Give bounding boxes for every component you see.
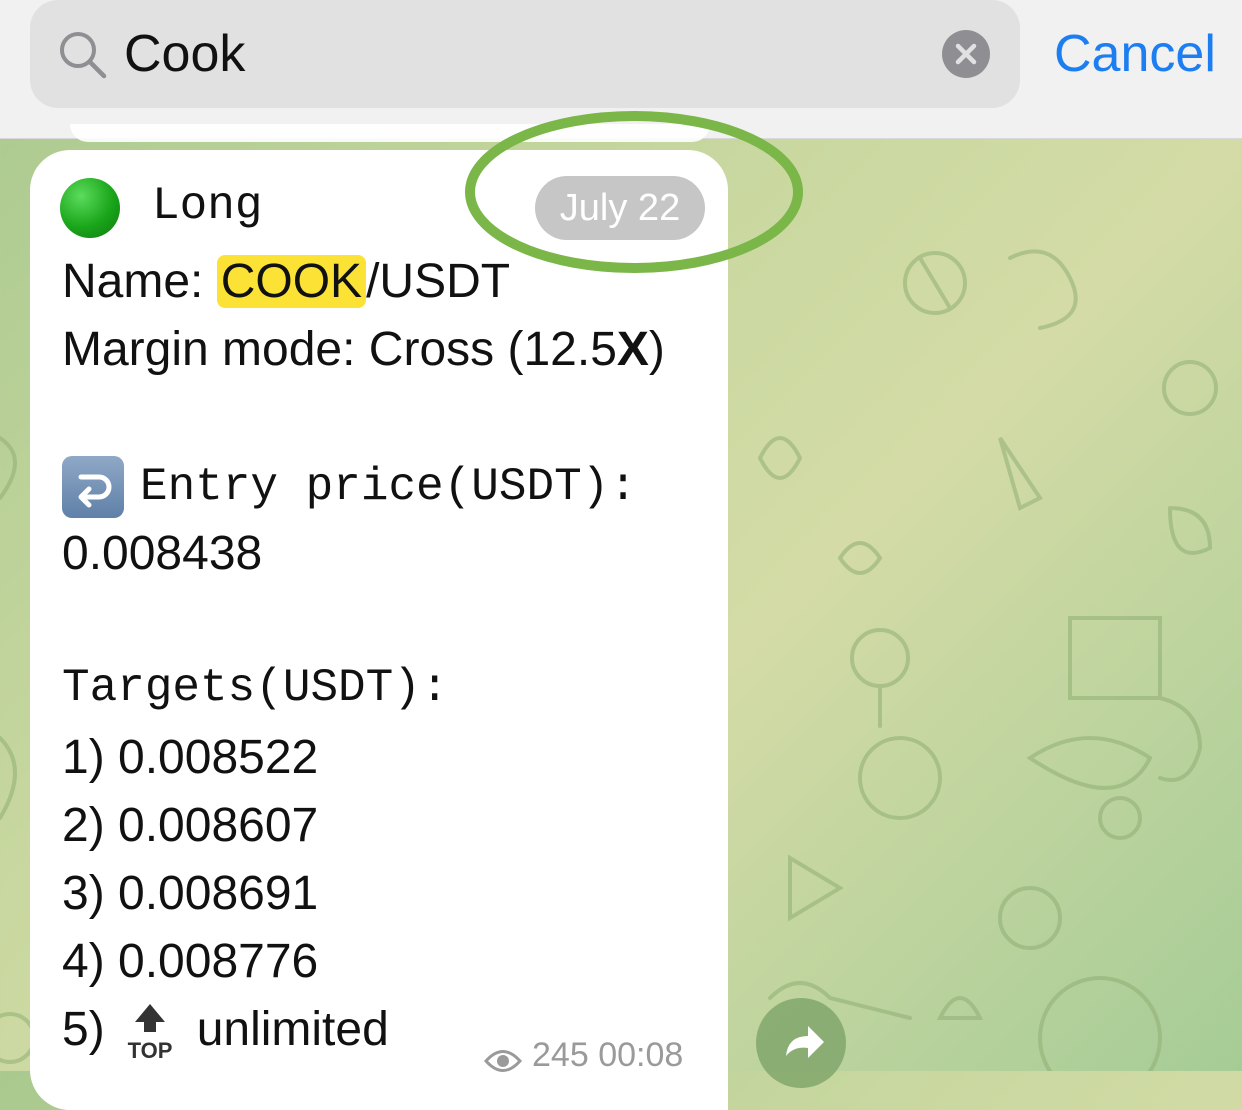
margin-suffix: ) (648, 323, 665, 376)
target-5-prefix: 5) (62, 1003, 105, 1056)
date-badge: July 22 (535, 176, 705, 240)
green-circle-icon (60, 178, 120, 238)
top-icon-label: TOP (127, 1038, 172, 1062)
view-count: 245 (532, 1036, 589, 1074)
margin-x: X (616, 323, 649, 376)
target-5-value: unlimited (196, 1003, 389, 1056)
entry-line: Entry price(USDT): (62, 456, 637, 518)
target-item: 3) 0.008691 (62, 867, 319, 920)
name-line: Name: COOK/USDT (62, 254, 510, 309)
previous-message-bubble (70, 124, 710, 142)
name-pair-rest: /USDT (366, 255, 511, 308)
forward-arrow-icon (786, 1026, 824, 1058)
search-bar: Cook Cancel (0, 0, 1242, 139)
search-icon (58, 30, 108, 80)
target-item: 4) 0.008776 (62, 935, 319, 988)
eye-icon (483, 1044, 523, 1073)
targets-label: Targets(USDT): (62, 662, 449, 714)
direction-label: Long (152, 180, 263, 232)
search-input[interactable]: Cook (124, 22, 245, 86)
target-item: 2) 0.008607 (62, 799, 319, 852)
name-label: Name: (62, 255, 217, 308)
margin-line: Margin mode: Cross (12.5X) (62, 322, 665, 377)
message-time: 00:08 (598, 1036, 684, 1074)
return-arrow-icon (62, 456, 124, 518)
clear-search-button[interactable] (942, 30, 990, 78)
search-match-highlight: COOK (216, 255, 367, 308)
entry-price-label: Entry price(USDT): (140, 461, 637, 514)
close-icon (955, 43, 977, 65)
message-bubble[interactable]: Long July 22 Name: COOK/USDT Margin mode… (30, 150, 728, 1110)
top-arrow-icon: TOP (125, 1002, 175, 1063)
entry-price-value: 0.008438 (62, 527, 263, 580)
cancel-button[interactable]: Cancel (1054, 22, 1216, 86)
target-item: 1) 0.008522 (62, 731, 319, 784)
target-item: 5) TOP unlimited (62, 1002, 389, 1063)
margin-prefix: Margin mode: Cross (12.5 (62, 323, 617, 376)
share-button[interactable] (756, 998, 846, 1088)
message-meta: 245 00:08 (483, 1036, 684, 1075)
